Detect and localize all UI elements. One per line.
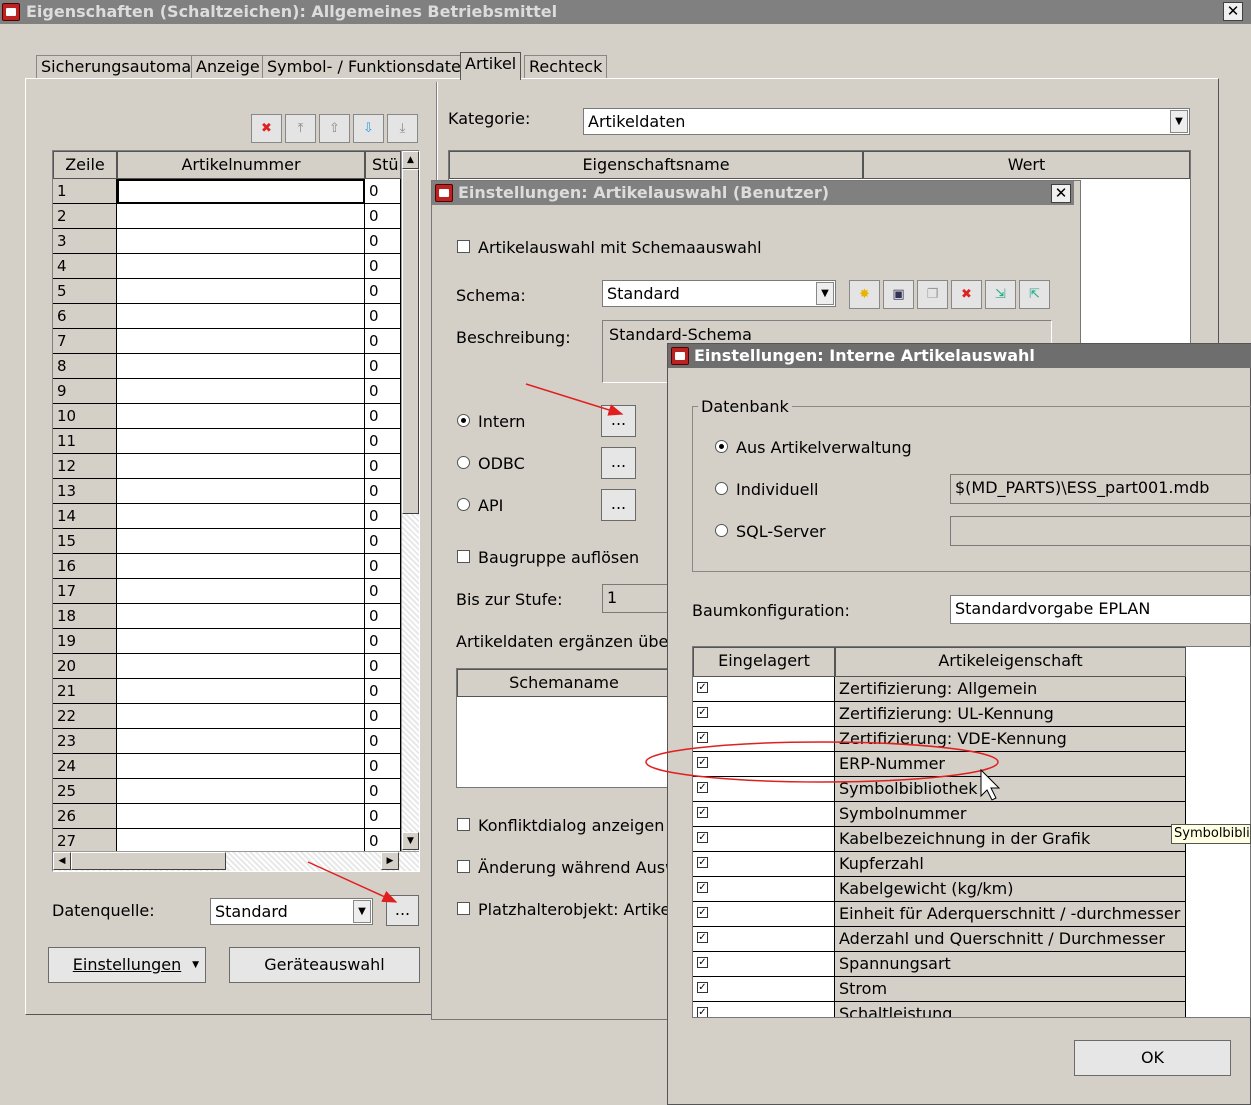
mouse-cursor-icon [980, 768, 1001, 801]
annotation-overlay [307, 383, 1001, 903]
annotation-arrow-intern [525, 383, 624, 416]
annotation-arrow-datenquelle [307, 861, 398, 903]
annotation-ellipse-erp [645, 741, 999, 783]
tab-artikel[interactable]: Artikel [460, 52, 522, 80]
